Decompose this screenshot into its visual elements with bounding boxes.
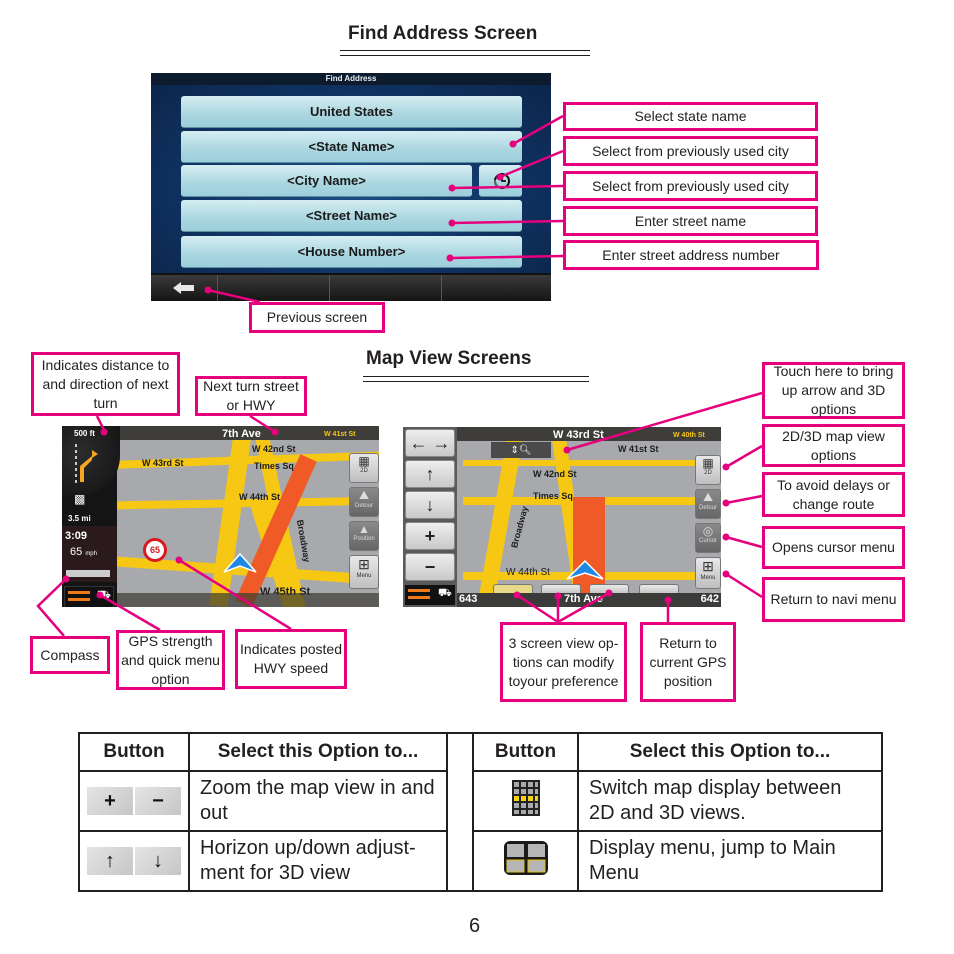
- zoom-plus-minus-icon: + −: [87, 787, 181, 815]
- header-button: Button: [78, 732, 190, 772]
- left-map-screen[interactable]: 7th Ave W 41st St W 43rd St W 42nd St Ti…: [62, 426, 379, 607]
- table-row: + − Zoom the map view in and out Switch m…: [78, 770, 883, 832]
- zoom-description: Zoom the map view in and out: [188, 770, 448, 832]
- table-header-row: Button Select this Option to... Button S…: [78, 732, 883, 892]
- find-address-section-title: Find Address Screen: [348, 23, 538, 44]
- house-number-field[interactable]: <House Number>: [181, 236, 522, 268]
- bottom-bar: [151, 273, 551, 301]
- callout-house-number: Enter street address number: [563, 240, 819, 270]
- finish-flag-icon: ▩: [74, 492, 86, 506]
- menu-description: Display menu, jump to Main Menu: [577, 830, 883, 892]
- callout-turn-distance: Indicates distance to and direction of n…: [31, 352, 180, 416]
- street-field[interactable]: <Street Name>: [181, 200, 522, 232]
- compass-bar[interactable]: [66, 570, 110, 577]
- gps-quick-menu-2[interactable]: ⛟: [405, 585, 455, 605]
- table-row: ↑ ↓ Horizon up/down adjust-ment for 3D vi…: [78, 830, 883, 892]
- callout-detour: To avoid delays or change route: [762, 472, 905, 517]
- menu-button[interactable]: ⊞ Menu: [349, 555, 379, 589]
- title-underline-2: [363, 376, 589, 382]
- horizon-up-down-icon: ↑ ↓: [87, 847, 181, 875]
- grid-2d3d-icon: [511, 779, 540, 816]
- city-field[interactable]: <City Name>: [181, 165, 472, 197]
- dashboard-panel: 500 ft ▩ 3.5 mi 3:09 65 mph ⛟: [62, 426, 120, 607]
- pan-left-right-button[interactable]: ← →: [405, 429, 455, 457]
- turn-arrow-icon: [75, 444, 98, 484]
- view-2d3d-button[interactable]: ▦ 2D: [349, 453, 379, 483]
- position-button[interactable]: ▲ Position: [349, 521, 379, 551]
- detour-button[interactable]: ⛰ Detour: [349, 487, 379, 517]
- header-option: Select this Option to...: [188, 732, 448, 772]
- header-button-2: Button: [472, 732, 579, 772]
- callout-gps-strength: GPS strength and quick menu option: [116, 630, 225, 690]
- turn-distance: 500 ft: [74, 429, 95, 438]
- zoom-in-button[interactable]: +: [405, 522, 455, 550]
- horizon-description: Horizon up/down adjust-ment for 3D view: [188, 830, 448, 892]
- position-arrow-icon-2: [566, 559, 604, 580]
- menu-button-2[interactable]: ⊞ Menu: [695, 557, 721, 589]
- right-map-screen[interactable]: W 43rd St W 40th St W 41st St W 42nd St …: [403, 427, 721, 607]
- next-street-label-2: W 43rd St: [553, 429, 604, 441]
- back-arrow-icon: [173, 282, 194, 294]
- speed-limit-sign: 65: [143, 538, 167, 562]
- country-field[interactable]: United States: [181, 96, 522, 128]
- bottom-tab-4[interactable]: [442, 275, 551, 301]
- house-number-left: 643: [459, 593, 478, 605]
- history-button[interactable]: [479, 165, 522, 197]
- page-number: 6: [469, 915, 481, 937]
- callout-gps-position: Return to current GPS position: [640, 622, 736, 702]
- title-underline: [340, 50, 590, 56]
- callout-next-turn: Next turn street or HWY: [195, 376, 307, 416]
- bottom-tab-2[interactable]: [218, 275, 330, 301]
- bottom-tab-3[interactable]: [330, 275, 442, 301]
- cursor-button[interactable]: ◎ Cursor: [695, 523, 721, 553]
- callout-compass: Compass: [30, 636, 110, 674]
- switch-2d3d-description: Switch map display between 2D and 3D vie…: [577, 770, 883, 832]
- callout-posted-speed: Indicates posted HWY speed: [235, 629, 347, 689]
- tilt-down-button[interactable]: ↓: [405, 491, 455, 519]
- callout-previous-screen: Previous screen: [249, 302, 385, 333]
- position-arrow-icon: [223, 552, 257, 573]
- remaining-distance: 3.5 mi: [68, 514, 91, 523]
- find-address-screen: Find Address United States <State Name> …: [151, 73, 551, 301]
- table-spacer: [446, 732, 474, 892]
- house-number-right: 642: [700, 593, 719, 605]
- state-field[interactable]: <State Name>: [181, 131, 522, 163]
- back-button[interactable]: [151, 275, 218, 301]
- callout-2d3d-view: 2D/3D map view options: [762, 424, 905, 467]
- menu-icon: [503, 840, 548, 875]
- eta-time: 3:09: [65, 530, 88, 542]
- callout-screen-view: 3 screen view op-tions can modify toyour…: [500, 622, 627, 702]
- car-icon-2: ⛟: [438, 587, 452, 599]
- tilt-up-button[interactable]: ↑: [405, 460, 455, 488]
- callout-city: Select from previously used city: [563, 171, 818, 201]
- callout-cursor-menu: Opens cursor menu: [762, 526, 905, 569]
- current-speed: 65 mph: [70, 546, 97, 558]
- history-clock-icon: [493, 172, 510, 189]
- view-2d3d-button-2[interactable]: ▦ 2D: [695, 455, 721, 485]
- screen-header: Find Address: [151, 73, 551, 85]
- callout-select-state: Select state name: [563, 102, 818, 131]
- map-view-section-title: Map View Screens: [366, 348, 532, 369]
- callout-navi-menu: Return to navi menu: [762, 577, 905, 622]
- zoom-search-icon: ⇕🔍︎: [510, 444, 532, 456]
- callout-street: Enter street name: [563, 206, 818, 236]
- header-option-2: Select this Option to...: [577, 732, 883, 772]
- next-street-label: 7th Ave: [222, 428, 261, 440]
- callout-history-city: Select from previously used city: [563, 136, 818, 166]
- current-street: 7th Ave: [564, 593, 603, 605]
- arrow-3d-options-button[interactable]: ⇕🔍︎: [491, 442, 551, 458]
- button-options-table: Button Select this Option to... Button S…: [78, 732, 883, 892]
- zoom-out-button[interactable]: −: [405, 553, 455, 581]
- car-icon: ⛟: [97, 589, 111, 601]
- detour-button-2[interactable]: ⛰ Detour: [695, 489, 721, 519]
- callout-arrow-3d: Touch here to bring up arrow and 3D opti…: [762, 362, 905, 419]
- gps-quick-menu[interactable]: ⛟: [64, 586, 114, 607]
